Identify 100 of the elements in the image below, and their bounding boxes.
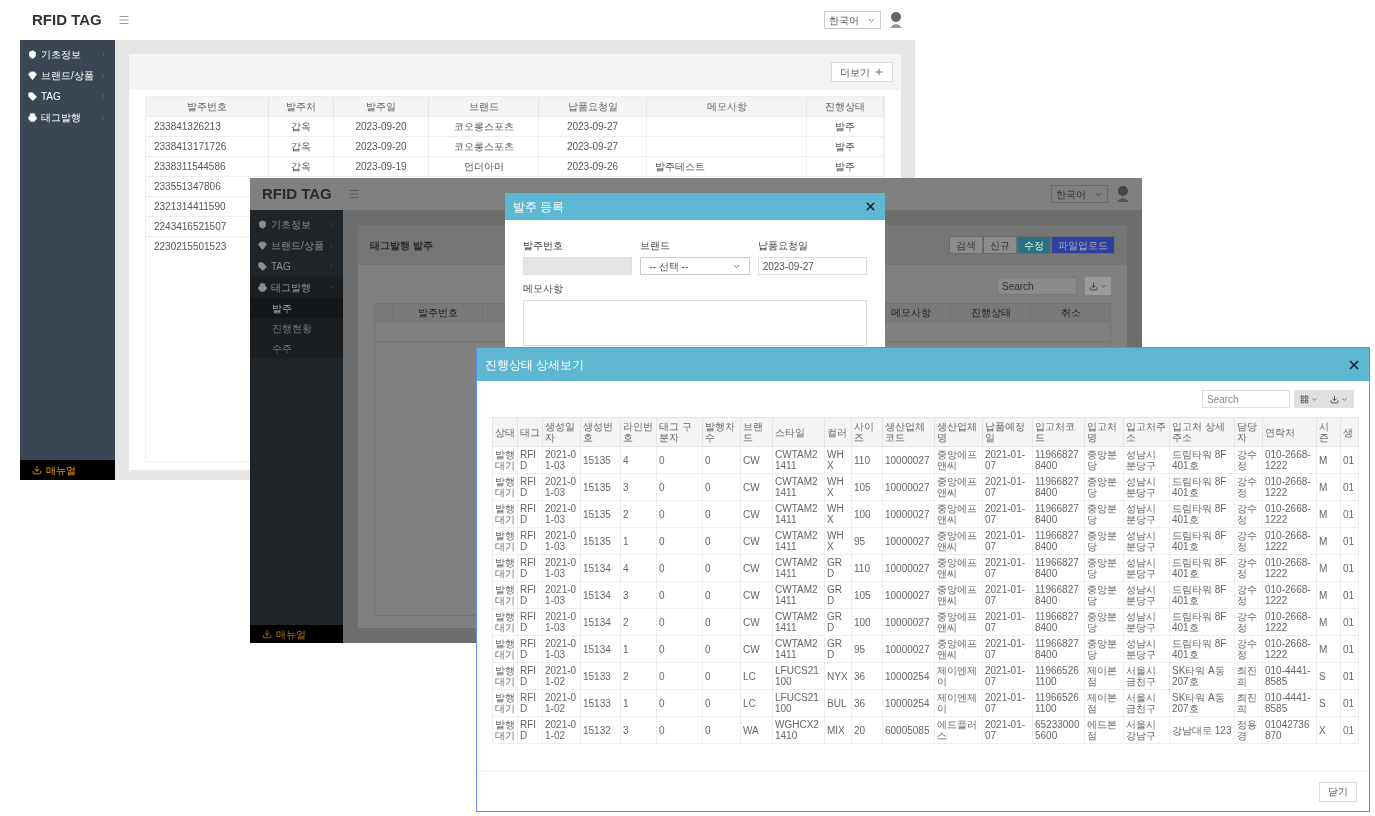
table-cell: M: [1316, 527, 1341, 555]
table-cell: 드림타워 8F 401호: [1169, 500, 1235, 528]
table-cell: 발행대기: [492, 716, 518, 744]
table-cell: M: [1316, 500, 1341, 528]
table-cell: CWTAM21411: [772, 635, 825, 663]
table-cell: RFID: [517, 554, 543, 582]
table-cell: 010-2668-1222: [1262, 581, 1317, 609]
table-cell: 1: [620, 527, 657, 555]
table-cell: 10000027: [882, 446, 935, 474]
sidebar-item[interactable]: TAG: [20, 86, 115, 107]
table-cell: 2021-01-03: [542, 554, 581, 582]
column-header: 상태: [492, 417, 518, 447]
table-cell: 010-2668-1222: [1262, 527, 1317, 555]
sidebar-item[interactable]: 브랜드/상품: [20, 65, 115, 86]
table-cell: 100: [851, 500, 883, 528]
menu-icon[interactable]: [117, 14, 130, 26]
close-button[interactable]: 닫기: [1319, 781, 1357, 802]
table-cell: 3: [620, 581, 657, 609]
app-title: RFID TAG: [262, 183, 332, 204]
table-cell: 1: [620, 689, 657, 717]
brand-select[interactable]: -- 선택 --: [640, 257, 750, 275]
table-cell: M: [1316, 554, 1341, 582]
manual-link[interactable]: 매뉴얼: [20, 460, 115, 480]
tag-icon: [28, 92, 37, 101]
column-header: 입고처명: [1084, 417, 1124, 447]
table-cell: 15135: [580, 446, 621, 474]
table-cell-text: 233551347806: [154, 180, 221, 194]
table-cell: 36: [851, 689, 883, 717]
memo-field[interactable]: [523, 300, 867, 346]
close-icon[interactable]: [864, 200, 877, 213]
table-cell: 10000027: [882, 554, 935, 582]
table-cell: 010-2668-1222: [1262, 608, 1317, 636]
table-cell: 0: [702, 527, 741, 555]
table-cell-text: 2023-09-27: [566, 120, 619, 134]
manual-link[interactable]: 매뉴얼: [250, 625, 343, 643]
table-cell: LFUCS21100: [772, 689, 825, 717]
table-cell: 0: [656, 500, 703, 528]
avatar-icon[interactable]: [1116, 185, 1130, 203]
table-cell: 119668278400: [1032, 554, 1085, 582]
table-cell: 010-2668-1222: [1262, 500, 1317, 528]
table-cell: 10000027: [882, 608, 935, 636]
sidebar-item[interactable]: 기초정보: [250, 214, 343, 235]
table-cell: 01: [1340, 635, 1359, 663]
sidebar-item[interactable]: 기초정보: [20, 44, 115, 65]
chevron-icon: [100, 72, 107, 79]
table-cell: 최진희: [1234, 662, 1263, 690]
table-cell: 010-2668-1222: [1262, 554, 1317, 582]
table-cell: 3: [620, 716, 657, 744]
export-button[interactable]: [1085, 277, 1111, 295]
table-cell: CW: [740, 608, 773, 636]
table-cell: 2021-01-02: [542, 689, 581, 717]
submenu-item[interactable]: 수주: [250, 338, 343, 358]
column-header: 태그: [517, 417, 543, 447]
more-button[interactable]: 더보기: [831, 62, 893, 82]
toolbar-button[interactable]: 검색: [949, 236, 983, 254]
column-header: 취소: [1030, 304, 1110, 321]
caret-icon: [1341, 395, 1348, 403]
table-cell: CW: [740, 446, 773, 474]
sidebar-item[interactable]: 브랜드/상품: [250, 235, 343, 256]
submenu-item[interactable]: 발주: [250, 298, 343, 318]
shield-icon: [28, 50, 37, 59]
table-cell: 제이본점: [1084, 689, 1124, 717]
sidebar-item[interactable]: TAG: [250, 256, 343, 277]
table-cell-text: 2338413171726: [154, 140, 227, 154]
table-cell: 01: [1340, 473, 1359, 501]
table-cell: 119668278400: [1032, 527, 1085, 555]
language-select[interactable]: 한국어: [1051, 185, 1108, 203]
toolbar-button[interactable]: 신규: [983, 236, 1017, 254]
panel-title: 태그발행 발주: [370, 238, 433, 253]
table-cell: 2021-01-07: [982, 689, 1033, 717]
menu-icon[interactable]: [347, 188, 360, 200]
field-label: 브랜드: [640, 239, 672, 253]
dialog-title: 발주 등록: [513, 198, 565, 216]
date-field[interactable]: 2023-09-27: [757, 257, 867, 275]
table-cell: 01: [1340, 662, 1359, 690]
table-cell: NYX: [824, 662, 852, 690]
table-cell: 01: [1340, 446, 1359, 474]
table-cell: 2021-01-07: [982, 581, 1033, 609]
avatar-icon[interactable]: [889, 11, 903, 29]
table-cell: 0: [702, 689, 741, 717]
table-cell-text: 2230215501523: [154, 240, 227, 254]
chevron-icon: [328, 263, 335, 270]
toolbar-button[interactable]: 수정: [1017, 236, 1051, 254]
toolbar-button[interactable]: 파일업로드: [1051, 236, 1115, 254]
table-cell: 95: [851, 635, 883, 663]
sidebar-item[interactable]: 태그발행: [20, 107, 115, 128]
sidebar-item[interactable]: 태그발행: [250, 277, 343, 298]
submenu-item[interactable]: 진행현황: [250, 318, 343, 338]
column-header: 시즌: [1316, 417, 1341, 447]
table-cell-text: 갑옥: [291, 140, 311, 154]
table-cell: 0: [702, 473, 741, 501]
table-cell-text: 발주: [835, 140, 855, 154]
table-cell: 0: [702, 662, 741, 690]
table-cell: 중앙에프앤씨: [934, 500, 983, 528]
search-field[interactable]: Search: [997, 277, 1077, 295]
table-cell: 2021-01-03: [542, 608, 581, 636]
download-icon: [262, 629, 272, 639]
table-cell: 성남시 분당구: [1123, 608, 1170, 636]
language-select[interactable]: 한국어: [824, 11, 881, 29]
table-cell: 드림타워 8F 401호: [1169, 635, 1235, 663]
